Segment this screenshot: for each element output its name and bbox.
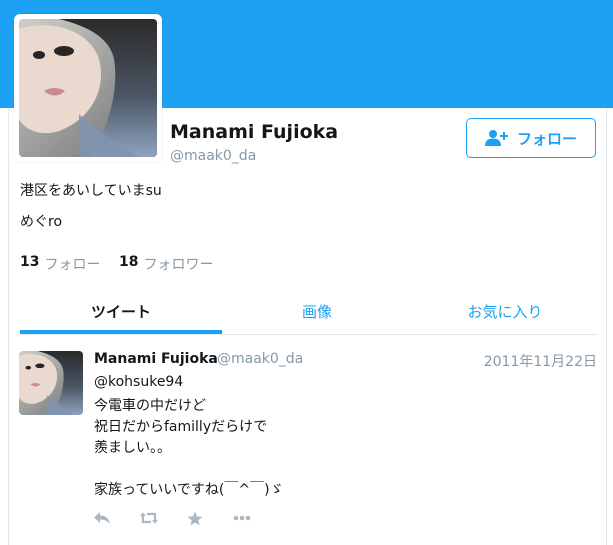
reply-button[interactable] <box>93 509 111 527</box>
retweet-icon <box>140 512 158 524</box>
follow-button-label: フォロー <box>516 129 577 148</box>
tweet-avatar[interactable] <box>19 351 83 415</box>
tab-tweets[interactable]: ツイート <box>20 301 222 333</box>
following-count: 13 <box>20 254 40 270</box>
tab-media[interactable]: 画像 <box>222 301 412 333</box>
profile-bio: 港区をあいしていまsu <box>20 183 162 199</box>
tweet-text-line: 祝日だからfamillyだらけで <box>94 419 268 435</box>
followers-stat[interactable]: 18 フォロワー <box>119 254 213 274</box>
profile-handle[interactable]: @maak0_da <box>170 148 256 164</box>
more-icon <box>233 515 251 521</box>
add-user-icon <box>484 129 509 147</box>
tweet-text-line: @kohsuke94 <box>94 374 184 390</box>
followers-label: フォロワー <box>143 257 214 273</box>
tweet-text-line: 今電車の中だけど <box>94 398 206 414</box>
tweet-text-line: 家族っていいですね(￣^￣)ゞ <box>94 482 284 498</box>
tweet-date[interactable]: 2011年11月22日 <box>484 351 597 371</box>
profile-name[interactable]: Manami Fujioka <box>170 121 338 143</box>
tab-favorites[interactable]: お気に入り <box>412 301 598 333</box>
profile-location: めぐro <box>20 214 63 230</box>
more-button[interactable] <box>233 509 251 527</box>
favorite-icon <box>187 511 203 525</box>
reply-icon <box>94 512 110 524</box>
following-stat[interactable]: 13 フォロー <box>20 254 100 274</box>
tweet-text-line: 羨ましい。。 <box>94 440 171 456</box>
tabs-divider <box>20 334 598 335</box>
tweet-author-handle[interactable]: @maak0_da <box>217 351 303 367</box>
follow-button[interactable]: フォロー <box>466 118 596 158</box>
avatar-photo <box>19 19 157 157</box>
profile-avatar[interactable] <box>14 14 162 162</box>
followers-count: 18 <box>119 254 139 270</box>
following-label: フォロー <box>44 257 101 273</box>
retweet-button[interactable] <box>139 509 159 527</box>
favorite-button[interactable] <box>187 509 203 527</box>
tweet-author-name[interactable]: Manami Fujioka <box>94 351 218 367</box>
